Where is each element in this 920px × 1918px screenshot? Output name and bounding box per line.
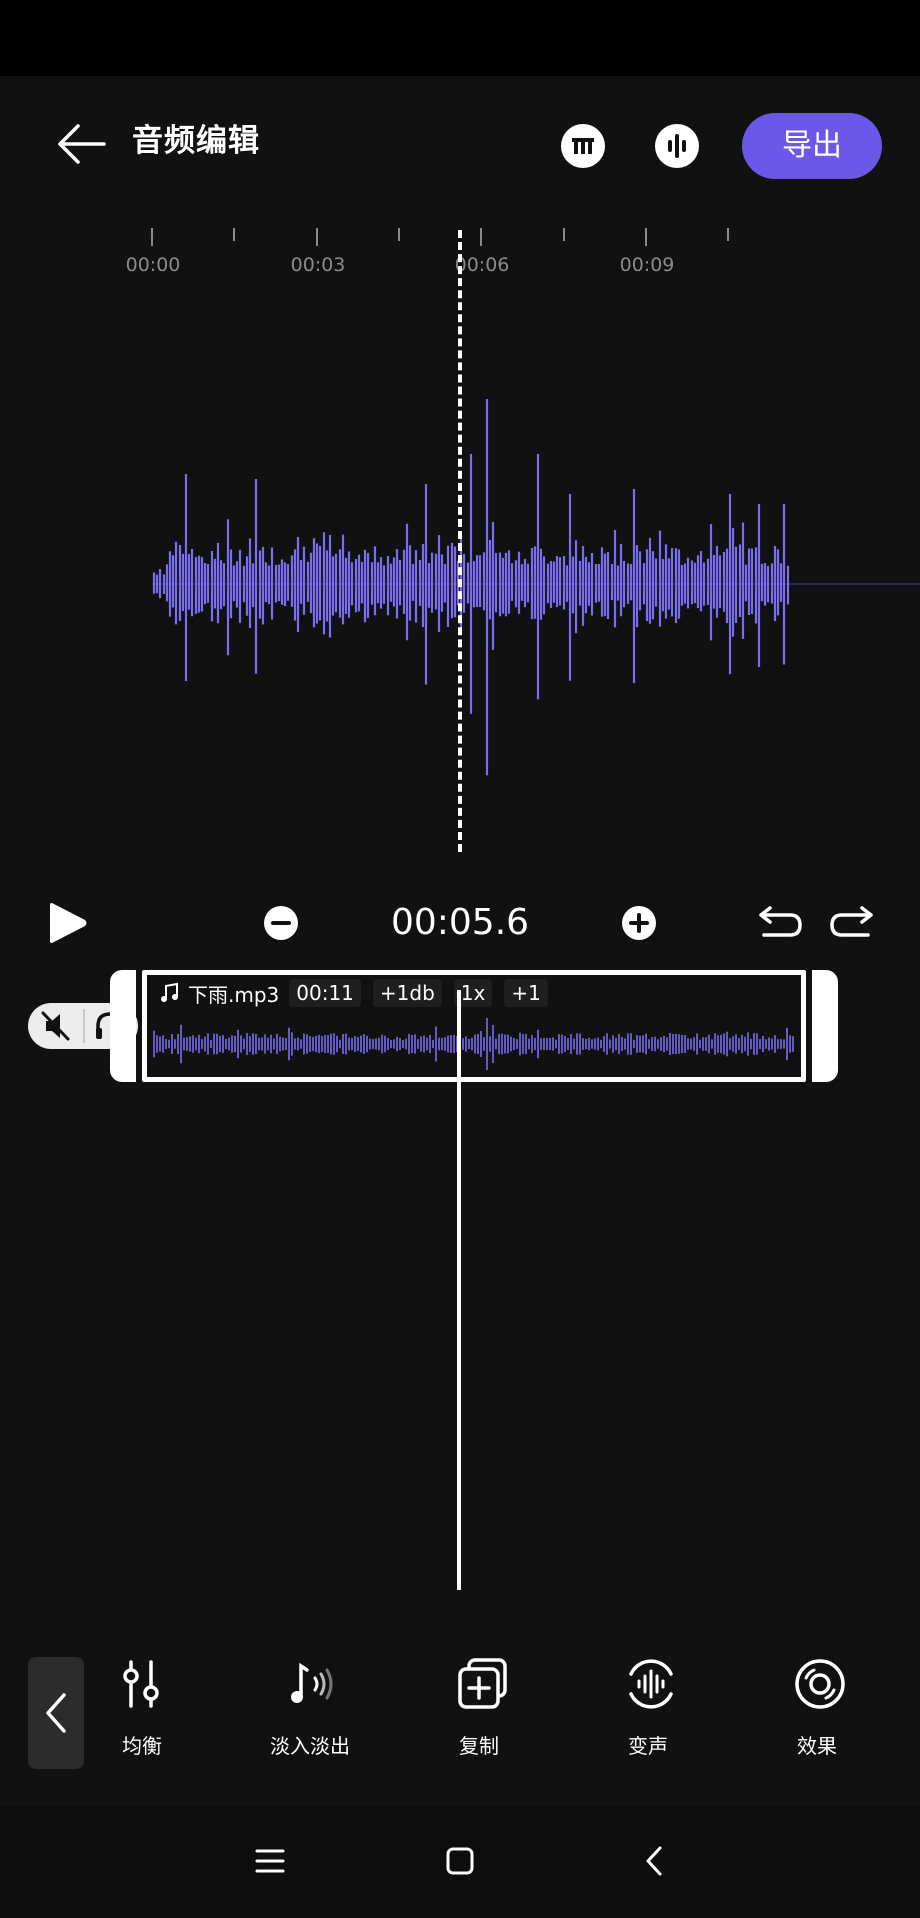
- ruler-tick: [480, 228, 482, 246]
- ruler-tick: [151, 228, 153, 246]
- zoom-in-button[interactable]: [622, 906, 656, 940]
- ruler-tick: [398, 228, 400, 241]
- copy-icon: [458, 1658, 507, 1709]
- clip-pitch: +1: [504, 979, 548, 1007]
- ruler-label: 00:03: [290, 254, 346, 276]
- clip-waveform: [153, 1018, 794, 1070]
- zoom-out-button[interactable]: [264, 906, 298, 940]
- tool-copy[interactable]: 复制: [414, 1656, 544, 1766]
- play-button[interactable]: [44, 900, 90, 946]
- voice-change-icon: [629, 1659, 673, 1709]
- ruler-tick: [316, 228, 318, 246]
- nav-menu-button[interactable]: [245, 1836, 295, 1886]
- page-title: 音频编辑: [132, 123, 260, 159]
- minus-icon: [271, 921, 291, 925]
- redo-button[interactable]: [828, 904, 876, 942]
- chevron-left-icon: [646, 1846, 662, 1876]
- chevron-left-icon: [46, 1693, 66, 1733]
- clip-trim-handle-left[interactable]: [110, 970, 136, 1082]
- audio-clip[interactable]: 下雨.mp3 00:11 +1db 1x +1: [110, 970, 838, 1082]
- track-view-button[interactable]: [561, 124, 605, 168]
- redo-icon: [830, 906, 873, 937]
- playhead-line[interactable]: [457, 990, 461, 1590]
- piano-keys-icon: [572, 138, 594, 154]
- playhead-dashed-line[interactable]: [458, 230, 462, 852]
- clip-info: 下雨.mp3 00:11 +1db 1x +1: [160, 978, 560, 1008]
- undo-button[interactable]: [756, 904, 804, 942]
- mute-button[interactable]: [34, 1006, 82, 1046]
- mute-icon: [41, 1011, 70, 1041]
- tool-label: 变声: [628, 1734, 668, 1758]
- effect-icon: [795, 1659, 845, 1709]
- back-button[interactable]: [52, 114, 112, 174]
- clip-duration: 00:11: [289, 979, 361, 1007]
- tool-label: 复制: [459, 1734, 499, 1758]
- clip-filename: 下雨.mp3: [188, 982, 280, 1007]
- clip-volume: +1db: [372, 979, 442, 1007]
- tool-label: 均衡: [122, 1734, 162, 1758]
- play-icon: [50, 903, 87, 943]
- current-time: 00:05.6: [390, 902, 530, 943]
- clip-trim-handle-right[interactable]: [812, 970, 838, 1082]
- plus-icon: [629, 913, 649, 933]
- equalizer-icon: [123, 1660, 159, 1708]
- nav-back-button[interactable]: [630, 1836, 680, 1886]
- ruler-label: 00:00: [125, 254, 181, 276]
- edit-toolbar: 均衡 淡入淡出 复制 变声 效果: [0, 1650, 920, 1770]
- tool-equalizer[interactable]: 均衡: [77, 1656, 207, 1766]
- audio-bars-icon: [668, 134, 686, 158]
- waveform-view-button[interactable]: [655, 124, 699, 168]
- tool-voice-change[interactable]: 变声: [583, 1656, 713, 1766]
- tool-label: 淡入淡出: [270, 1734, 350, 1758]
- playback-controls: 00:05.6: [0, 890, 920, 956]
- header: 音频编辑 导出: [0, 76, 920, 206]
- ruler-tick: [645, 228, 647, 246]
- undo-icon: [759, 906, 802, 937]
- ruler-tick: [727, 228, 729, 241]
- system-nav-bar: [0, 1806, 920, 1918]
- export-button[interactable]: 导出: [742, 113, 882, 179]
- fade-icon: [291, 1662, 333, 1703]
- tool-effect[interactable]: 效果: [752, 1656, 882, 1766]
- collapse-button[interactable]: [28, 1657, 84, 1769]
- divider: [83, 1009, 85, 1043]
- ruler-label: 00:09: [619, 254, 675, 276]
- status-bar: [0, 0, 920, 76]
- nav-home-button[interactable]: [435, 1836, 485, 1886]
- home-square-icon: [446, 1847, 474, 1875]
- tool-label: 效果: [797, 1734, 837, 1758]
- ruler-tick: [563, 228, 565, 241]
- tool-fade[interactable]: 淡入淡出: [245, 1656, 375, 1766]
- music-note-icon: [161, 982, 178, 1002]
- ruler-tick: [233, 228, 235, 241]
- back-arrow-icon: [58, 124, 106, 164]
- ruler-label: 00:06: [454, 254, 510, 276]
- menu-icon: [255, 1849, 285, 1873]
